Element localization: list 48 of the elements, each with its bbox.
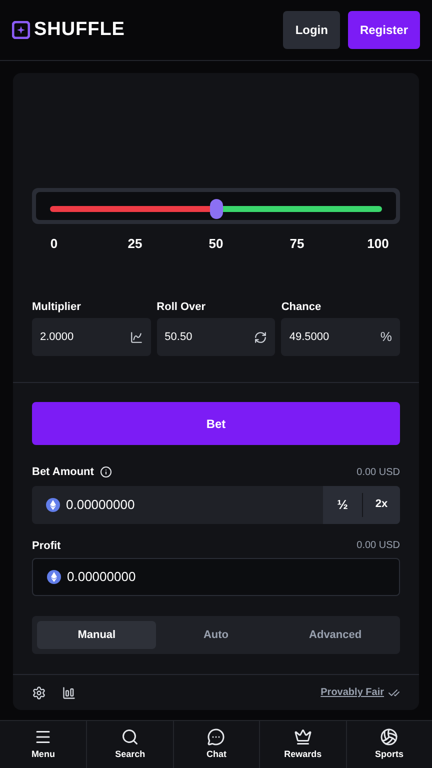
percent-sign: % (380, 328, 392, 346)
ethereum-coin-icon (47, 570, 61, 584)
search-icon (121, 728, 140, 746)
settings-icon[interactable] (32, 686, 46, 700)
nav-item[interactable]: Rewards (259, 721, 346, 768)
mode-tab[interactable]: Auto (156, 621, 276, 649)
nav-item[interactable]: Menu (0, 721, 86, 768)
logo-text: SHUFFLE (34, 18, 125, 42)
tick-label: 25 (126, 235, 144, 253)
mode-tab[interactable]: Advanced (276, 621, 395, 649)
double-button[interactable]: 2x (363, 486, 400, 524)
crown-icon (294, 728, 312, 746)
slider-thumb[interactable] (210, 199, 223, 219)
input-field[interactable]: 50.50 (156, 318, 276, 356)
tick-label: 100 (366, 235, 390, 253)
half-button[interactable]: ½ (323, 486, 362, 524)
field-label: Multiplier (32, 300, 82, 314)
nav-item[interactable]: Chat (172, 721, 260, 768)
tick-label: 0 (49, 235, 59, 253)
chart-icon (130, 330, 143, 344)
nav-item[interactable]: Search (86, 721, 173, 768)
logo-icon (12, 21, 30, 39)
profit-label: Profit (32, 538, 61, 554)
tick-label: 50 (208, 235, 224, 253)
login-button[interactable]: Login (283, 11, 340, 49)
register-button[interactable]: Register (348, 11, 420, 49)
stats-icon[interactable] (62, 686, 76, 700)
profit-field[interactable]: 0.00000000 (32, 558, 400, 596)
ball-icon (380, 728, 398, 746)
provably-fair-link[interactable]: Provably Fair (320, 685, 384, 700)
ethereum-coin-icon (46, 498, 60, 512)
slider-track[interactable] (50, 199, 382, 219)
info-icon[interactable] (100, 466, 112, 478)
bet-amount-label: Bet Amount (32, 465, 94, 480)
input-field[interactable]: 49.5000 % (281, 318, 400, 356)
usd-value: 0.00 USD (356, 539, 400, 554)
usd-value: 0.00 USD (356, 466, 400, 480)
double-check-icon (388, 686, 400, 698)
refresh-icon (254, 330, 268, 344)
nav-item[interactable]: Sports (346, 721, 432, 768)
field-label: Roll Over (156, 300, 207, 314)
bet-amount-field[interactable]: 0.00000000 ½ 2x (32, 486, 400, 524)
tick-label: 75 (288, 235, 306, 253)
mode-tab[interactable]: Manual (37, 621, 156, 649)
bet-button[interactable]: Bet (32, 402, 400, 445)
input-field[interactable]: 2.0000 (32, 318, 151, 356)
field-label: Chance (281, 300, 322, 314)
chat-icon (207, 728, 226, 746)
